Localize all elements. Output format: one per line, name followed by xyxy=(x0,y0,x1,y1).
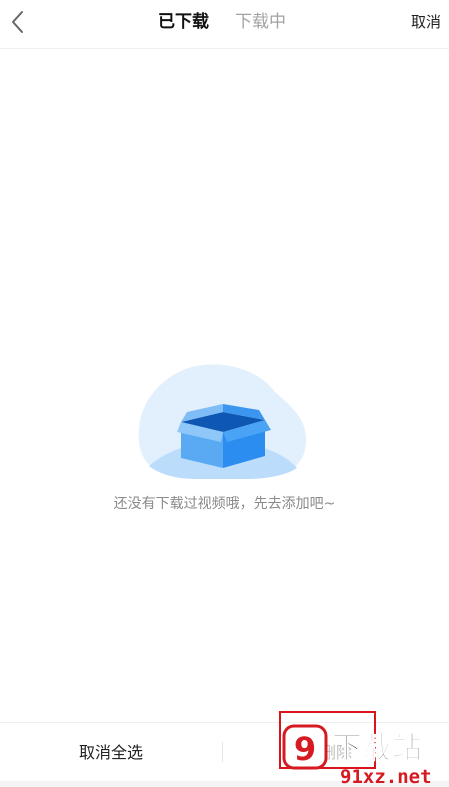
svg-text:91xz.net: 91xz.net xyxy=(340,766,432,787)
watermark-logo: 9 下载站 91xz.net xyxy=(282,724,432,787)
back-button[interactable] xyxy=(6,8,32,36)
chevron-left-icon xyxy=(12,11,23,33)
empty-box-icon xyxy=(138,364,307,479)
deselect-all-button[interactable]: 取消全选 xyxy=(0,723,222,782)
tab-downloaded[interactable]: 已下载 xyxy=(158,11,209,33)
tab-downloading[interactable]: 下载中 xyxy=(235,11,286,33)
cancel-button[interactable]: 取消 xyxy=(411,12,441,32)
top-bar: 已下载 下载中 取消 xyxy=(0,0,449,49)
svg-text:9: 9 xyxy=(294,730,316,768)
empty-state-message: 还没有下载过视频哦，先去添加吧~ xyxy=(113,496,336,512)
svg-text:下载站: 下载站 xyxy=(332,731,422,766)
